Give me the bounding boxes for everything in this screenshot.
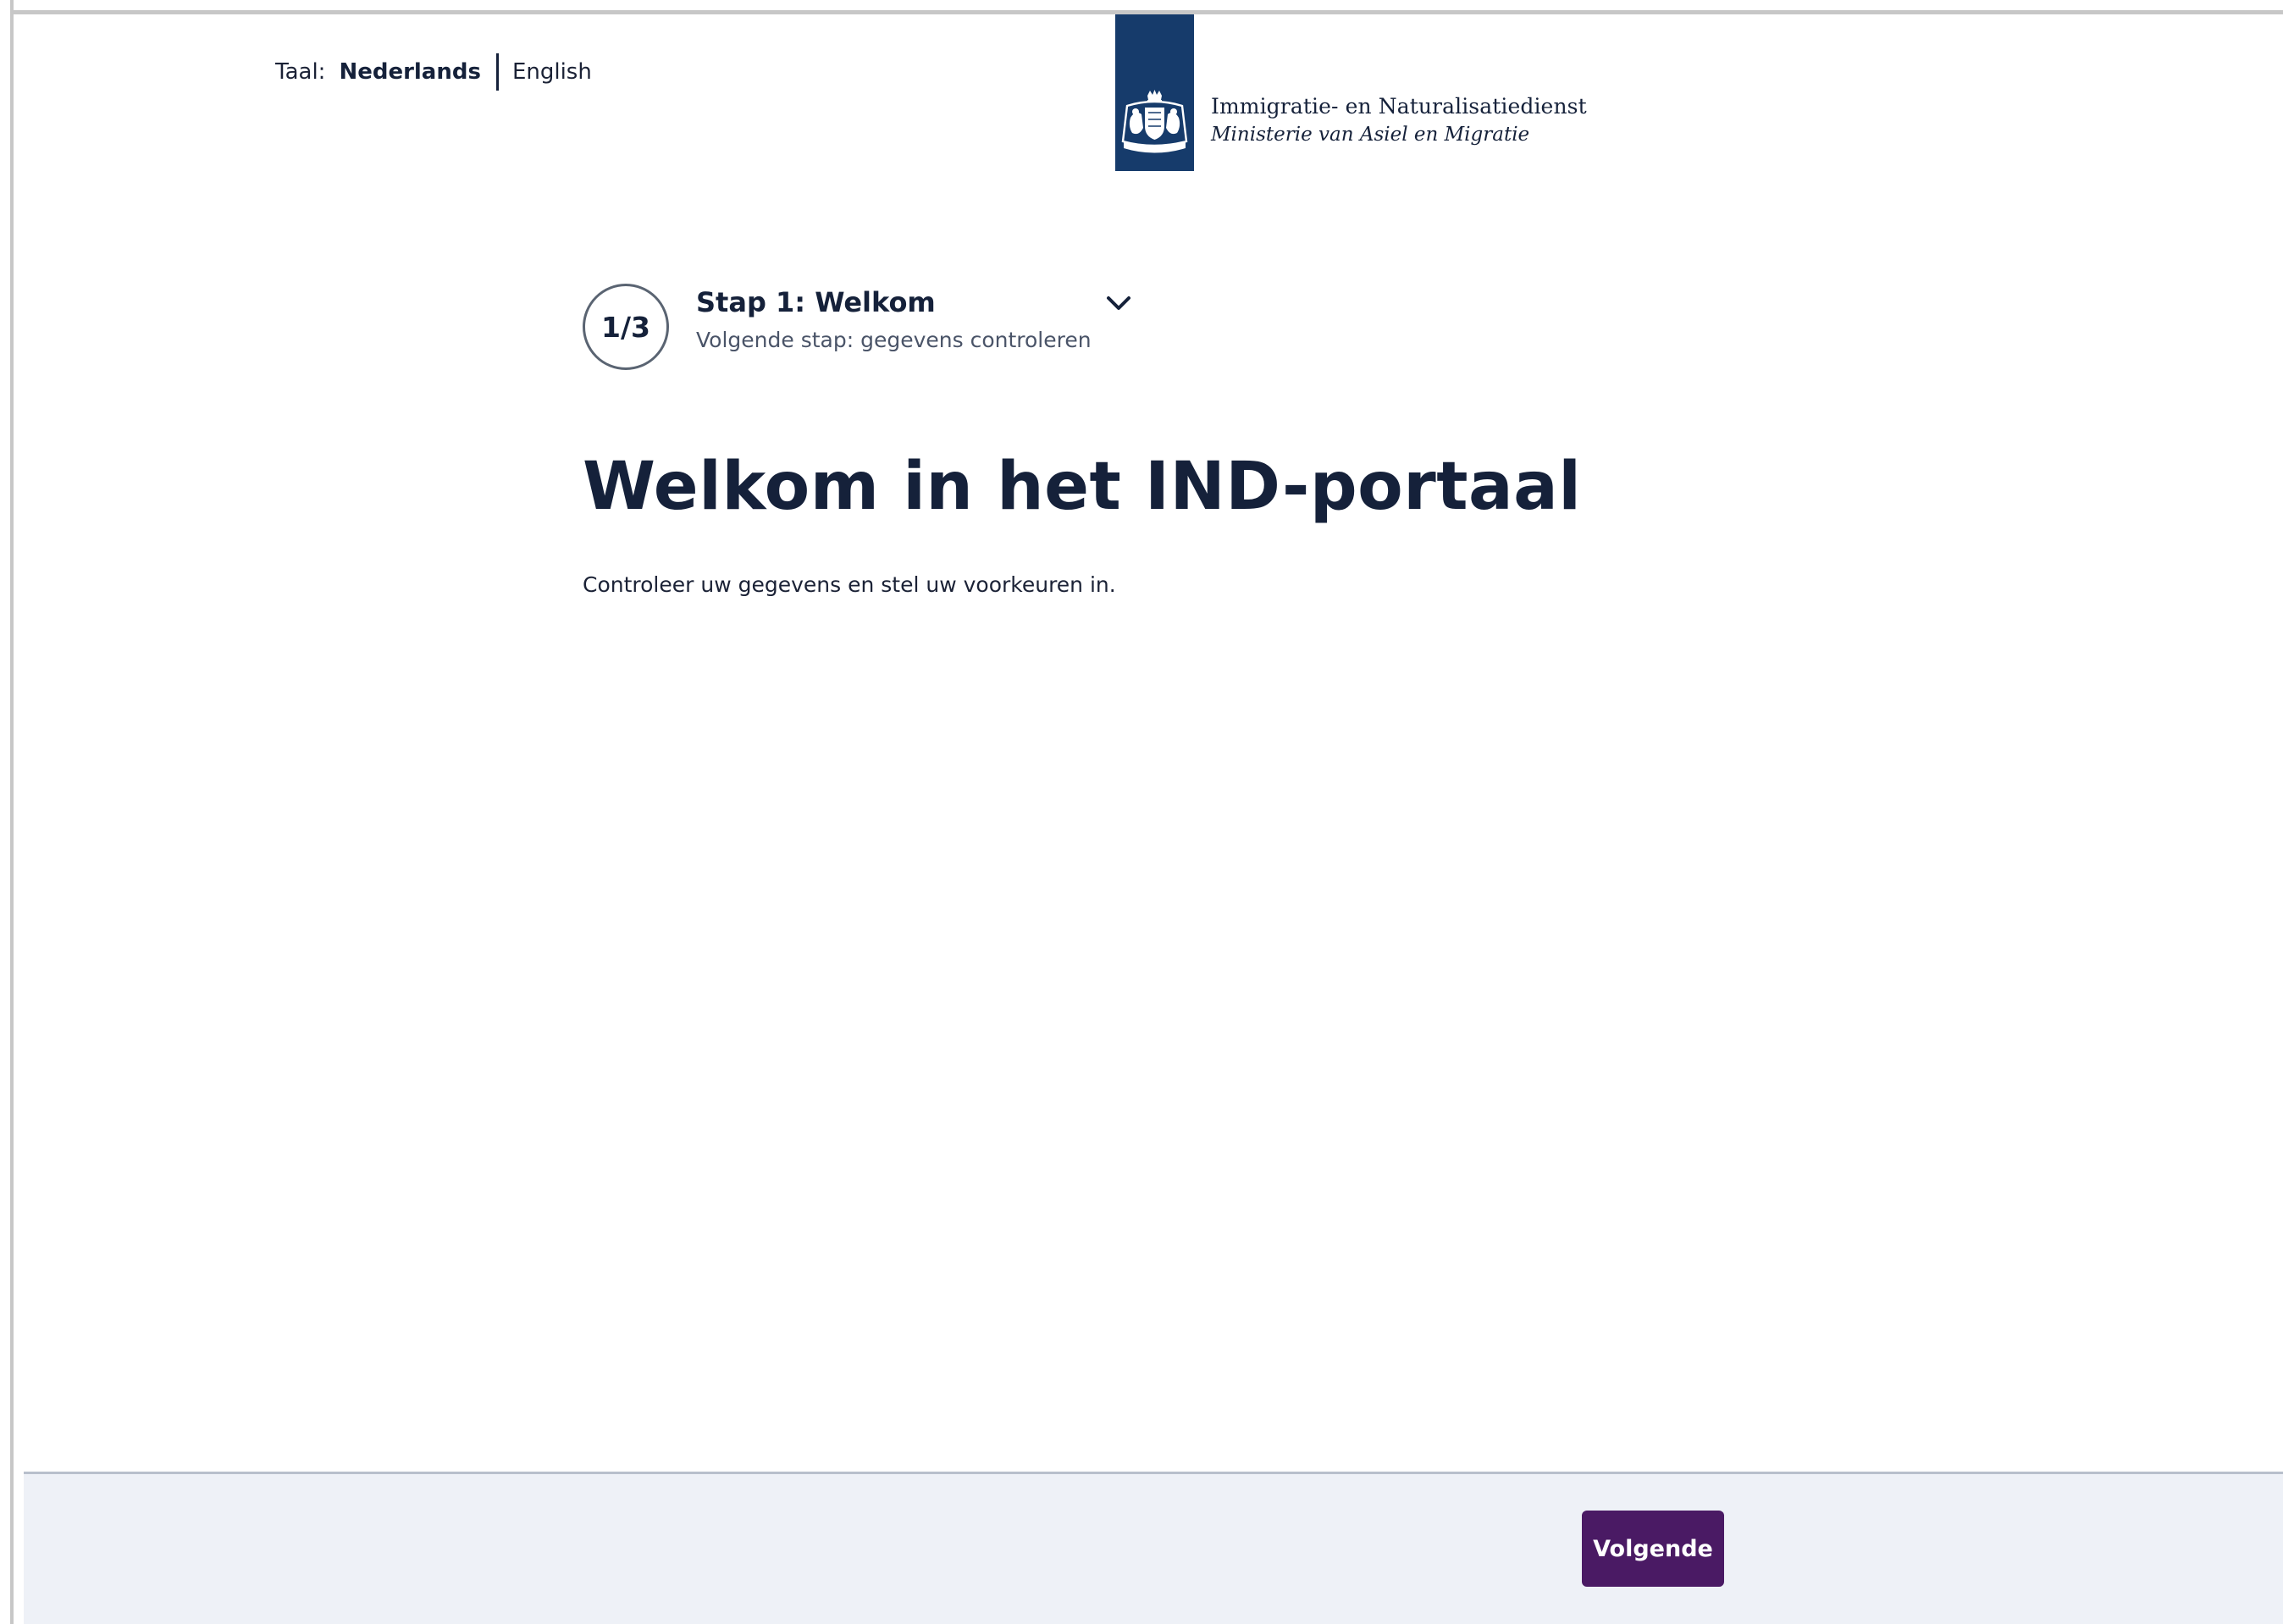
- step-progress-indicator: 1/3: [583, 284, 669, 370]
- language-label: Taal:: [275, 59, 326, 85]
- ministry-name: Ministerie van Asiel en Migratie: [1211, 124, 1530, 146]
- intro-text: Controleer uw gegevens en stel uw voorke…: [583, 572, 1116, 597]
- logo-wordmark: Immigratie- en Naturalisatiedienst Minis…: [1211, 92, 1587, 148]
- window-top-border: [0, 0, 2283, 14]
- coat-of-arms-icon: [1121, 90, 1188, 153]
- step-title: Stap 1: Welkom: [696, 286, 936, 318]
- rijksoverheid-logo: [1115, 14, 1194, 171]
- language-switcher: Taal: Nederlands English: [275, 52, 592, 91]
- page-title: Welkom in het IND-portaal: [583, 449, 1582, 525]
- language-option-nederlands[interactable]: Nederlands: [339, 59, 481, 85]
- footer-bar: [24, 1472, 2283, 1624]
- language-divider: [495, 53, 499, 91]
- window-left-border: [0, 0, 14, 1624]
- page: Taal: Nederlands English Immigratie- en …: [0, 0, 2283, 1624]
- chevron-down-icon[interactable]: [1101, 288, 1136, 318]
- language-option-english[interactable]: English: [512, 59, 592, 85]
- next-button[interactable]: Volgende: [1582, 1511, 1724, 1587]
- next-step-text: Volgende stap: gegevens controleren: [696, 328, 1092, 352]
- organization-name: Immigratie- en Naturalisatiedienst: [1211, 94, 1587, 119]
